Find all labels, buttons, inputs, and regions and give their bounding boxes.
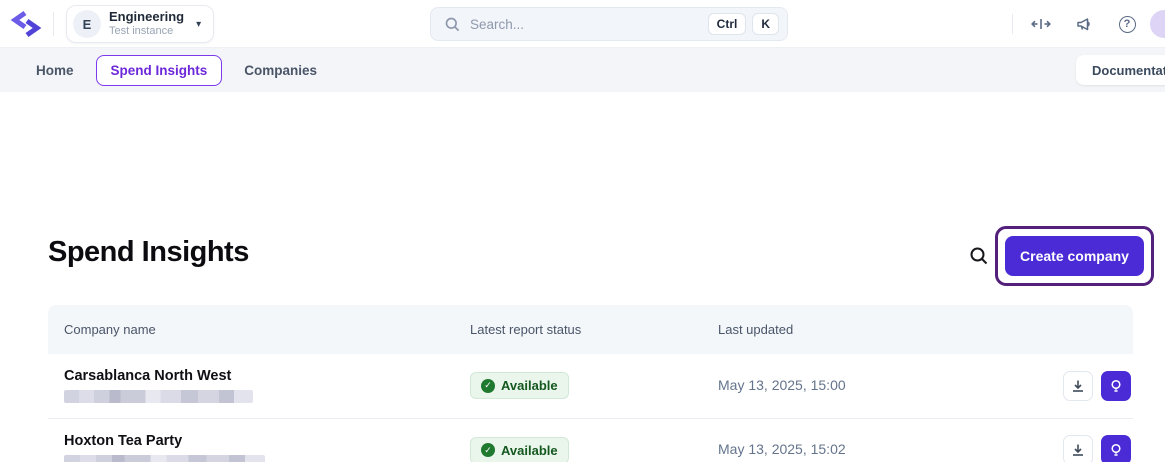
column-company-name: Company name xyxy=(64,322,156,337)
search-input[interactable] xyxy=(470,16,702,32)
ctrl-keycap: Ctrl xyxy=(707,13,747,35)
workspace-name: Engineering xyxy=(109,9,185,25)
download-report-button[interactable] xyxy=(1063,370,1093,401)
app-logo-icon xyxy=(10,10,42,38)
table-row[interactable]: Carsablanca North West ✓ Available May 1… xyxy=(48,354,1133,419)
table-row[interactable]: Hoxton Tea Party ✓ Available May 13, 202… xyxy=(48,418,1133,462)
nav-item-companies[interactable]: Companies xyxy=(230,56,331,85)
workspace-selector[interactable]: E Engineering Test instance ▾ xyxy=(66,5,215,43)
insights-button[interactable] xyxy=(1101,370,1131,401)
status-label: Available xyxy=(501,442,558,458)
redacted-subtitle xyxy=(64,454,265,462)
download-icon xyxy=(1073,444,1083,457)
nav-bar: Home Spend Insights Companies Documentat… xyxy=(0,48,1165,92)
download-report-button[interactable] xyxy=(1063,435,1093,462)
global-search[interactable]: Ctrl K xyxy=(430,7,788,41)
lightbulb-icon xyxy=(1111,379,1121,392)
check-circle-icon: ✓ xyxy=(481,378,495,393)
top-bar: E Engineering Test instance ▾ Ctrl K xyxy=(0,0,1165,48)
company-name: Hoxton Tea Party xyxy=(64,432,183,449)
chevron-down-icon: ▾ xyxy=(196,18,202,30)
companies-table: Company name Latest report status Last u… xyxy=(48,305,1133,462)
status-badge: ✓ Available xyxy=(470,436,569,462)
redacted-subtitle xyxy=(64,390,253,404)
column-last-updated: Last updated xyxy=(718,322,794,337)
page-title: Spend Insights xyxy=(48,236,249,268)
company-name: Carsablanca North West xyxy=(64,368,232,385)
megaphone-icon[interactable] xyxy=(1074,13,1096,35)
nav-item-spend-insights[interactable]: Spend Insights xyxy=(95,54,223,86)
create-company-button[interactable]: Create company xyxy=(1005,236,1144,276)
check-circle-icon: ✓ xyxy=(481,443,495,458)
download-icon xyxy=(1073,380,1083,392)
help-icon[interactable]: ? xyxy=(1116,13,1138,35)
table-search-icon[interactable] xyxy=(966,244,992,270)
highlight-ring: Create company xyxy=(995,226,1154,286)
insights-button[interactable] xyxy=(1101,435,1131,462)
last-updated-value: May 13, 2025, 15:00 xyxy=(718,376,846,393)
nav-item-home[interactable]: Home xyxy=(22,56,88,85)
lightbulb-icon xyxy=(1111,444,1121,456)
divider xyxy=(1012,14,1013,34)
workspace-avatar: E xyxy=(73,10,101,38)
status-label: Available xyxy=(501,378,558,394)
column-report-status: Latest report status xyxy=(470,322,582,337)
table-header: Company name Latest report status Last u… xyxy=(48,305,1133,354)
documentation-button[interactable]: Documentation xyxy=(1076,55,1165,85)
workspace-subtitle: Test instance xyxy=(109,25,174,38)
k-keycap: K xyxy=(752,13,779,35)
last-updated-value: May 13, 2025, 15:02 xyxy=(718,441,846,458)
divider xyxy=(53,12,54,36)
search-icon xyxy=(445,17,460,31)
user-avatar[interactable] xyxy=(1150,10,1165,38)
split-panel-icon[interactable] xyxy=(1030,13,1052,35)
status-badge: ✓ Available xyxy=(470,372,569,400)
table-body: Carsablanca North West ✓ Available May 1… xyxy=(48,354,1133,462)
